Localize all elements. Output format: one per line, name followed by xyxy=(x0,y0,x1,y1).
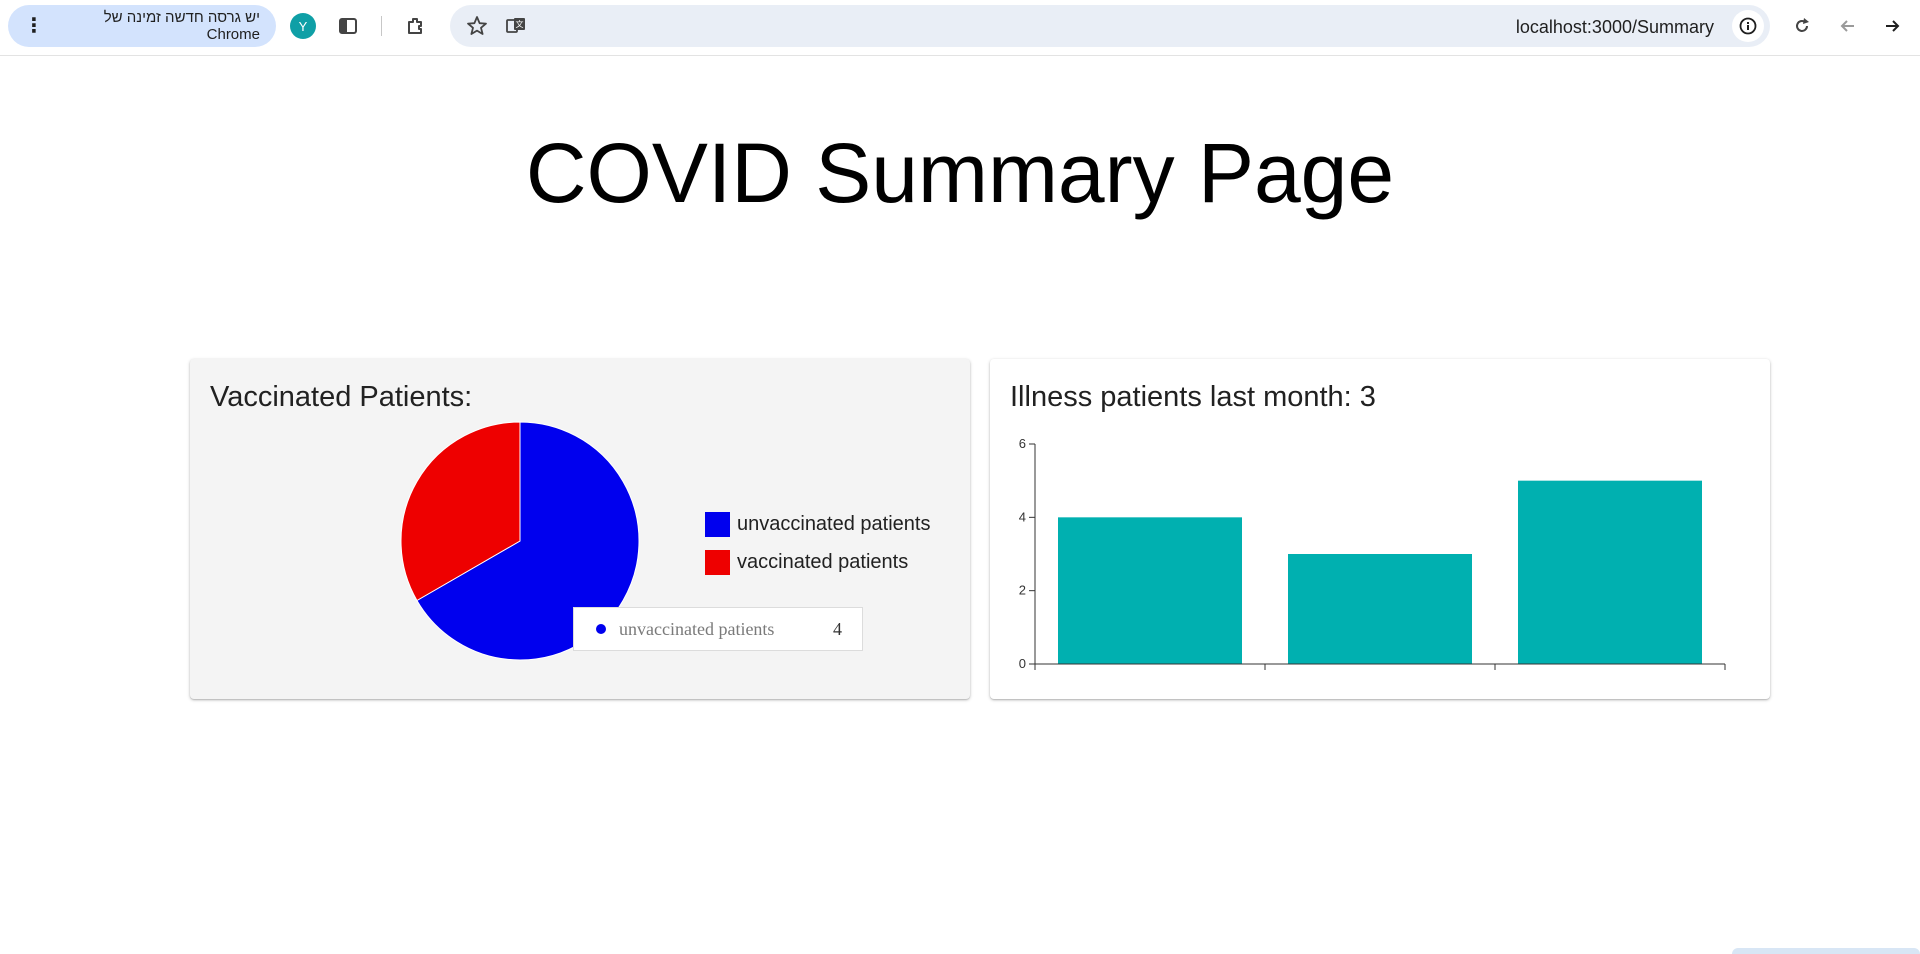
y-tick-label: 2 xyxy=(1019,583,1026,598)
vaccinated-card: Vaccinated Patients: unvaccinated patien… xyxy=(190,359,970,699)
update-text: יש גרסה חדשה זמינה של Chrome xyxy=(103,9,260,43)
pie-legend: unvaccinated patients vaccinated patients xyxy=(705,511,930,587)
extensions-icon[interactable] xyxy=(402,12,430,40)
y-tick-label: 6 xyxy=(1019,436,1026,451)
legend-swatch xyxy=(705,549,730,575)
bookmark-star-icon[interactable] xyxy=(463,12,491,40)
back-arrow-icon[interactable] xyxy=(1834,12,1862,40)
page-title: COVID Summary Page xyxy=(525,126,1395,220)
url-text: localhost:3000/Summary xyxy=(1515,17,1714,37)
side-panel-icon[interactable] xyxy=(334,12,362,40)
bar-1[interactable] xyxy=(1288,554,1472,664)
legend-swatch xyxy=(705,511,730,537)
y-tick-label: 0 xyxy=(1019,656,1026,671)
legend-item-1[interactable]: vaccinated patients xyxy=(705,549,930,575)
bar-0[interactable] xyxy=(1058,517,1242,664)
forward-arrow-icon[interactable] xyxy=(1878,12,1906,40)
page-corner-element xyxy=(1732,948,1920,954)
address-bar[interactable]: 文 localhost:3000/Summary xyxy=(450,5,1770,47)
translate-icon[interactable]: 文 xyxy=(502,12,530,40)
svg-text:文: 文 xyxy=(516,19,524,29)
site-info-icon[interactable] xyxy=(1732,10,1764,42)
profile-avatar[interactable]: Y xyxy=(290,13,316,39)
toolbar-divider xyxy=(381,16,382,36)
illness-card: Illness patients last month: 3 0 2 4 6 xyxy=(990,359,1770,699)
browser-toolbar: יש גרסה חדשה זמינה של Chrome ⋮ Y 文 local… xyxy=(0,0,1920,56)
tooltip-label: unvaccinated patients xyxy=(619,618,775,639)
legend-label: vaccinated patients xyxy=(737,550,909,573)
bar-2[interactable] xyxy=(1518,480,1702,664)
legend-label: unvaccinated patients xyxy=(737,512,931,535)
pie-tooltip: unvaccinated patients 4 xyxy=(573,607,863,651)
tooltip-dot-icon xyxy=(596,624,606,634)
vaccinated-card-title: Vaccinated Patients: xyxy=(210,381,473,413)
illness-bar-chart: 0 2 4 6 xyxy=(1019,436,1726,671)
y-tick-label: 4 xyxy=(1019,509,1026,524)
tooltip-value: 4 xyxy=(833,618,842,639)
chrome-update-button[interactable]: יש גרסה חדשה זמינה של Chrome ⋮ xyxy=(8,5,276,47)
illness-card-title: Illness patients last month: 3 xyxy=(1010,381,1376,413)
more-menu-icon: ⋮ xyxy=(24,15,44,37)
reload-icon[interactable] xyxy=(1788,12,1816,40)
legend-item-0[interactable]: unvaccinated patients xyxy=(705,511,930,537)
